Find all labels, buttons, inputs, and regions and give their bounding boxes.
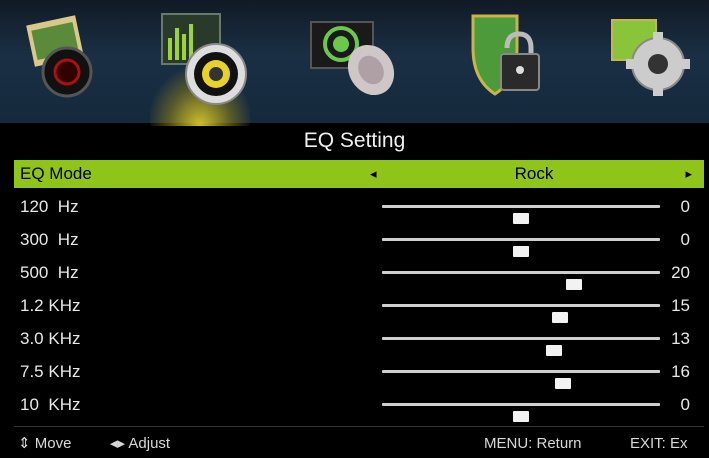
- band-slider-track[interactable]: [382, 271, 660, 290]
- adjust-hint: ◂▸ Adjust: [110, 435, 171, 452]
- move-hint: ⇕ Move: [18, 435, 72, 452]
- picture-icon: [26, 15, 93, 98]
- band-slider-thumb[interactable]: [513, 411, 529, 422]
- band-slider-track[interactable]: [382, 403, 660, 422]
- setup-icon: [611, 19, 690, 96]
- band-label: 120 Hz: [20, 197, 79, 216]
- band-value: 15: [671, 296, 690, 315]
- footer-divider: [14, 426, 704, 427]
- band-label: 300 Hz: [20, 230, 79, 249]
- band-slider-track[interactable]: [382, 370, 660, 389]
- tab-channel[interactable]: [303, 8, 403, 116]
- page-title: EQ Setting: [303, 129, 406, 152]
- band-label: 1.2 KHz: [20, 296, 81, 315]
- band-label: 3.0 KHz: [20, 329, 81, 348]
- eq-band-120hz[interactable]: 120 Hz 0: [14, 193, 704, 224]
- band-slider-thumb[interactable]: [565, 279, 582, 290]
- channel-icon: [310, 21, 395, 96]
- eq-mode-label: EQ Mode: [20, 164, 92, 183]
- eq-band-1-2khz[interactable]: 1.2 KHz 15: [14, 292, 704, 323]
- menu-return-hint: MENU: Return: [484, 435, 582, 452]
- band-value: 20: [671, 263, 690, 282]
- band-value: 0: [680, 197, 690, 216]
- band-slider-thumb[interactable]: [551, 312, 568, 323]
- sound-icon: [161, 13, 247, 105]
- band-value: 13: [671, 329, 690, 348]
- eq-band-10khz[interactable]: 10 KHz 0: [14, 391, 704, 422]
- band-slider-track[interactable]: [382, 304, 660, 323]
- band-value: 0: [680, 230, 690, 249]
- band-label: 500 Hz: [20, 263, 79, 282]
- band-slider-track[interactable]: [382, 205, 660, 224]
- eq-band-500hz[interactable]: 500 Hz 20: [14, 259, 704, 290]
- left-arrow-icon[interactable]: ◂: [370, 160, 377, 188]
- eq-mode-row[interactable]: EQ Mode ◂ Rock ▸: [14, 160, 704, 188]
- band-slider-thumb[interactable]: [513, 246, 529, 257]
- band-slider-thumb[interactable]: [513, 213, 529, 224]
- band-label: 10 KHz: [20, 395, 81, 414]
- footer-hints: ⇕ Move ◂▸ Adjust MENU: Return EXIT: Ex: [0, 430, 709, 458]
- tab-picture[interactable]: [12, 8, 112, 116]
- band-slider-track[interactable]: [382, 337, 660, 356]
- band-slider-track[interactable]: [382, 238, 660, 257]
- tab-sound[interactable]: [150, 8, 250, 126]
- eq-band-300hz[interactable]: 300 Hz 0: [14, 226, 704, 257]
- lock-icon: [471, 14, 540, 96]
- menu-tab-bar: [0, 0, 709, 126]
- eq-band-3-0khz[interactable]: 3.0 KHz 13: [14, 325, 704, 356]
- eq-band-7-5khz[interactable]: 7.5 KHz 16: [14, 358, 704, 389]
- band-value: 0: [680, 395, 690, 414]
- tab-setup[interactable]: [598, 8, 698, 116]
- right-arrow-icon[interactable]: ▸: [685, 160, 692, 188]
- eq-mode-value: Rock: [514, 164, 554, 183]
- band-label: 7.5 KHz: [20, 362, 81, 381]
- band-slider-thumb[interactable]: [554, 378, 571, 389]
- band-value: 16: [671, 362, 690, 381]
- exit-hint: EXIT: Ex: [630, 435, 688, 452]
- tab-lock[interactable]: [455, 8, 555, 116]
- band-slider-thumb[interactable]: [546, 345, 563, 356]
